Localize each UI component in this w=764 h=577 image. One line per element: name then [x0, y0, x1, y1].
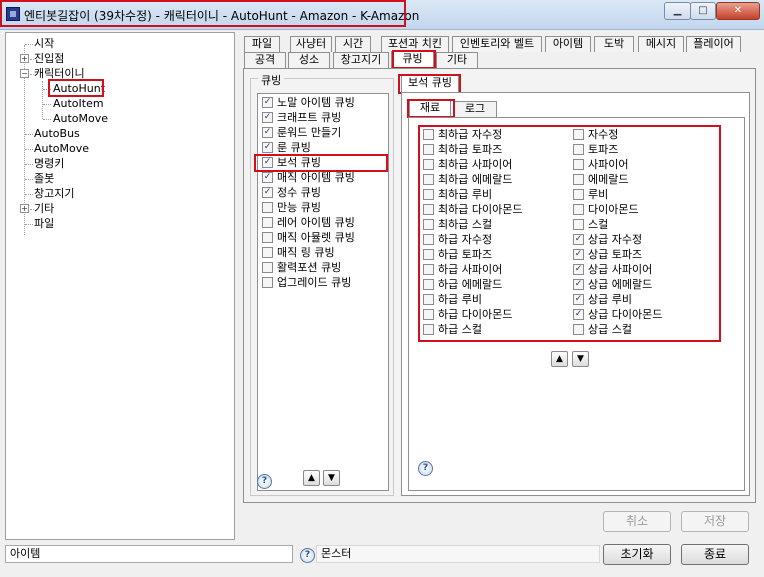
tab-inventory-belt[interactable]: 인벤토리와 벨트	[452, 36, 542, 52]
tree-item-automove-sub[interactable]: AutoMove	[53, 112, 108, 126]
tab-potion-chicken[interactable]: 포션과 치킨	[381, 36, 449, 52]
checkbox-checked[interactable]: ✓	[262, 157, 273, 168]
checkbox-unchecked[interactable]	[573, 174, 584, 185]
tree-item-etc[interactable]: 기타	[34, 202, 54, 216]
checkbox-unchecked[interactable]	[423, 129, 434, 140]
checkbox-unchecked[interactable]	[423, 159, 434, 170]
tree-item-autobus[interactable]: AutoBus	[34, 127, 80, 141]
tree-item-file[interactable]: 파일	[34, 217, 54, 231]
checkbox-checked[interactable]: ✓	[262, 97, 273, 108]
checkbox-unchecked[interactable]	[262, 202, 273, 213]
checkbox-checked[interactable]: ✓	[573, 279, 584, 290]
title-bar: 엔티봇길잡이 (39차수정) - 캐릭터이니 - AutoHunt - Amaz…	[0, 0, 764, 30]
tree-item-automove[interactable]: AutoMove	[34, 142, 89, 156]
subtab-materials[interactable]: 재료	[409, 100, 451, 118]
checkbox-unchecked[interactable]	[262, 277, 273, 288]
tab-time[interactable]: 시간	[335, 36, 371, 52]
checkbox-checked[interactable]: ✓	[262, 187, 273, 198]
checkbox-unchecked[interactable]	[573, 219, 584, 230]
checkbox-unchecked[interactable]	[262, 247, 273, 258]
tree-item-character[interactable]: 캐릭터이니	[34, 67, 85, 81]
tab-shrine[interactable]: 성소	[288, 52, 330, 68]
save-button[interactable]: 저장	[681, 511, 749, 532]
checkbox-unchecked[interactable]	[423, 234, 434, 245]
checkbox-unchecked[interactable]	[262, 217, 273, 228]
material-up-button[interactable]: ▲	[551, 351, 568, 367]
monster-status-field[interactable]: 몬스터	[316, 545, 600, 563]
tab-hunting-ground[interactable]: 사냥터	[290, 36, 332, 52]
tab-message[interactable]: 메시지	[638, 36, 684, 52]
checkbox-unchecked[interactable]	[573, 324, 584, 335]
checkbox-checked[interactable]: ✓	[262, 112, 273, 123]
tab-stash[interactable]: 창고지기	[333, 52, 389, 68]
material-down-button[interactable]: ▼	[572, 351, 589, 367]
cubing-group-title: 큐빙	[258, 72, 285, 88]
close-icon[interactable]: ✕	[716, 2, 760, 20]
tab-file[interactable]: 파일	[244, 36, 280, 52]
cancel-button[interactable]: 취소	[603, 511, 671, 532]
checkbox-unchecked[interactable]	[423, 204, 434, 215]
checkbox-unchecked[interactable]	[423, 294, 434, 305]
checkbox-unchecked[interactable]	[423, 249, 434, 260]
tab-item[interactable]: 아이템	[545, 36, 591, 52]
checkbox-unchecked[interactable]	[573, 129, 584, 140]
checkbox-checked[interactable]: ✓	[262, 142, 273, 153]
checkbox-unchecked[interactable]	[423, 144, 434, 155]
window-title: 엔티봇길잡이 (39차수정) - 캐릭터이니 - AutoHunt - Amaz…	[24, 9, 420, 23]
tree-item-jolbot[interactable]: 졸봇	[34, 172, 54, 186]
tree-item-entry-point[interactable]: 진입점	[34, 52, 64, 66]
tree-item-hotkeys[interactable]: 명령키	[34, 157, 64, 171]
collapse-minus-icon[interactable]: −	[20, 69, 29, 78]
checkbox-unchecked[interactable]	[423, 174, 434, 185]
checkbox-checked[interactable]: ✓	[573, 264, 584, 275]
checkbox-unchecked[interactable]	[423, 264, 434, 275]
checkbox-checked[interactable]: ✓	[573, 249, 584, 260]
checkbox-unchecked[interactable]	[262, 232, 273, 243]
move-up-button[interactable]: ▲	[303, 470, 320, 486]
navigation-tree: 시작 + 진입점 − 캐릭터이니 AutoHunt AutoItem AutoM…	[5, 32, 235, 540]
tab-cubing[interactable]: 큐빙	[391, 51, 434, 69]
tree-item-start[interactable]: 시작	[34, 37, 54, 51]
move-down-button[interactable]: ▼	[323, 470, 340, 486]
exit-button[interactable]: 종료	[681, 544, 749, 565]
checkbox-checked[interactable]: ✓	[573, 294, 584, 305]
checkbox-unchecked[interactable]	[423, 324, 434, 335]
tree-item-autoitem[interactable]: AutoItem	[53, 97, 104, 111]
maximize-icon[interactable]: □	[690, 2, 716, 20]
tab-player[interactable]: 플레이어	[686, 36, 741, 52]
minimize-icon[interactable]: ▁	[664, 2, 691, 20]
checkbox-checked[interactable]: ✓	[262, 172, 273, 183]
help-icon[interactable]: ?	[300, 548, 315, 563]
tab-gem-cubing[interactable]: 보석 큐빙	[401, 75, 459, 93]
checkbox-unchecked[interactable]	[573, 159, 584, 170]
tab-attack[interactable]: 공격	[244, 52, 286, 68]
help-icon[interactable]: ?	[257, 474, 272, 489]
checkbox-unchecked[interactable]	[423, 189, 434, 200]
tree-item-autohunt[interactable]: AutoHunt	[53, 82, 105, 96]
expand-plus-icon[interactable]: +	[20, 54, 29, 63]
checkbox-unchecked[interactable]	[423, 219, 434, 230]
expand-plus-icon[interactable]: +	[20, 204, 29, 213]
tab-gamble[interactable]: 도박	[594, 36, 634, 52]
checkbox-unchecked[interactable]	[262, 262, 273, 273]
checkbox-unchecked[interactable]	[573, 189, 584, 200]
checkbox-unchecked[interactable]	[423, 309, 434, 320]
checkbox-checked[interactable]: ✓	[573, 234, 584, 245]
checkbox-unchecked[interactable]	[573, 204, 584, 215]
subtab-log[interactable]: 로그	[453, 101, 497, 117]
item-status-field[interactable]: 아이템	[5, 545, 293, 563]
help-icon[interactable]: ?	[418, 461, 433, 476]
checkbox-checked[interactable]: ✓	[573, 309, 584, 320]
app-icon	[6, 7, 20, 21]
tree-item-stash-keeper[interactable]: 창고지기	[34, 187, 74, 201]
checkbox-unchecked[interactable]	[423, 279, 434, 290]
tab-etc[interactable]: 기타	[436, 52, 478, 68]
reset-button[interactable]: 초기화	[603, 544, 671, 565]
checkbox-unchecked[interactable]	[573, 144, 584, 155]
checkbox-checked[interactable]: ✓	[262, 127, 273, 138]
